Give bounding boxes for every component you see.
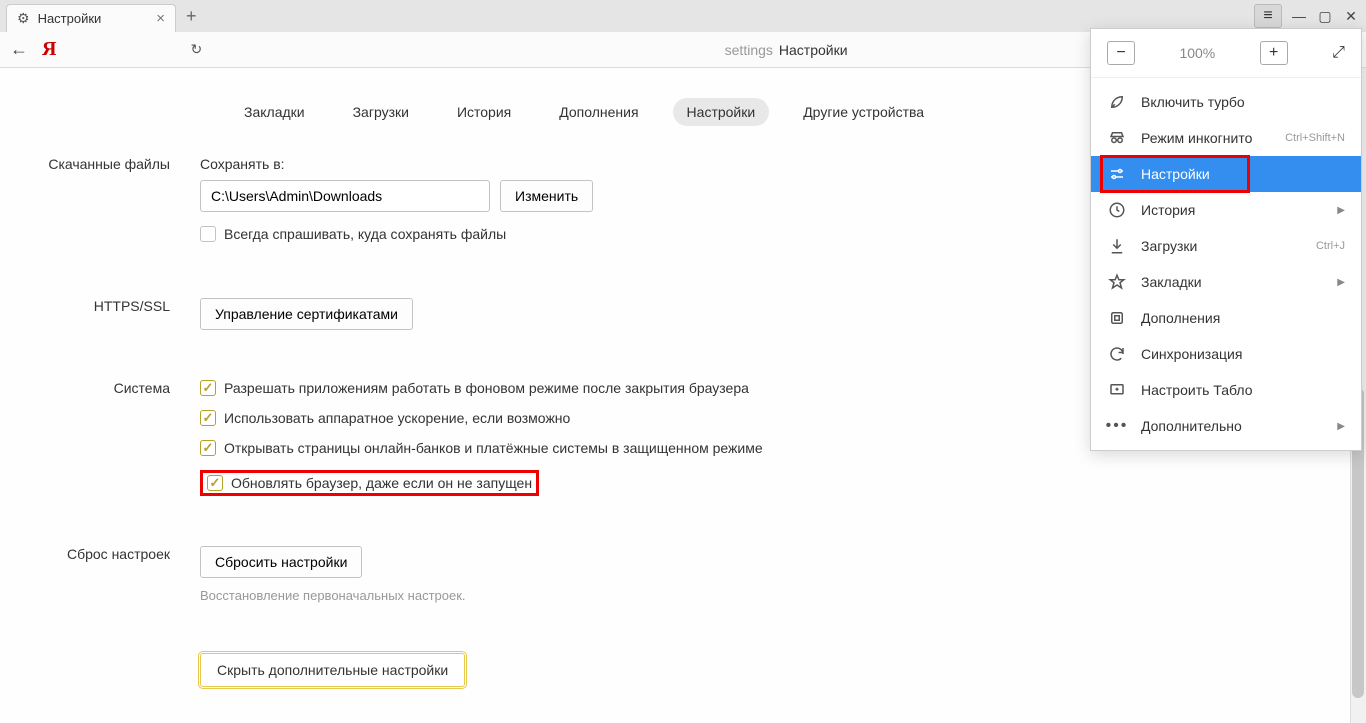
submenu-arrow-icon: ▶ xyxy=(1337,277,1345,288)
new-tab-button[interactable]: + xyxy=(186,6,197,27)
star-icon xyxy=(1107,273,1127,291)
system-opt-checkbox-3[interactable] xyxy=(207,475,223,491)
sliders-icon xyxy=(1107,165,1127,183)
zoom-out-button[interactable]: − xyxy=(1107,41,1135,65)
nav-tab-0[interactable]: Закладки xyxy=(230,98,319,126)
menu-item-download[interactable]: Загрузки Ctrl+J xyxy=(1091,228,1361,264)
main-menu: − 100% + ⤢ Включить турбо Режим инкогнито… xyxy=(1090,28,1362,451)
history-icon xyxy=(1107,201,1127,219)
menu-item-label: Загрузки xyxy=(1141,238,1302,254)
yandex-logo-icon[interactable]: Я xyxy=(42,38,56,61)
menu-item-label: Настроить Табло xyxy=(1141,382,1345,398)
menu-item-tablo[interactable]: Настроить Табло xyxy=(1091,372,1361,408)
incognito-icon xyxy=(1107,129,1127,147)
zoom-in-button[interactable]: + xyxy=(1260,41,1288,65)
ask-save-checkbox[interactable] xyxy=(200,226,216,242)
section-reset-label: Сброс настроек xyxy=(0,546,200,603)
reload-button[interactable]: ↻ xyxy=(190,41,202,58)
url-prefix: settings xyxy=(725,42,773,58)
menu-item-label: Настройки xyxy=(1141,166,1345,182)
minimize-button[interactable]: — xyxy=(1290,7,1308,25)
close-window-button[interactable]: ✕ xyxy=(1342,7,1360,25)
menu-item-label: Закладки xyxy=(1141,274,1323,290)
save-in-label: Сохранять в: xyxy=(200,156,960,172)
zoom-value: 100% xyxy=(1179,45,1215,61)
maximize-button[interactable]: ▢ xyxy=(1316,7,1334,25)
nav-tab-1[interactable]: Загрузки xyxy=(339,98,423,126)
tab-close-icon[interactable]: × xyxy=(156,10,165,27)
system-opt-checkbox-1[interactable] xyxy=(200,410,216,426)
menu-item-label: Дополнительно xyxy=(1141,418,1323,434)
menu-item-label: Синхронизация xyxy=(1141,346,1345,362)
menu-item-history[interactable]: История ▶ xyxy=(1091,192,1361,228)
gear-icon: ⚙ xyxy=(17,10,30,27)
system-opt-label-3: Обновлять браузер, даже если он не запущ… xyxy=(231,475,532,491)
reset-help-text: Восстановление первоначальных настроек. xyxy=(200,588,960,603)
url-title: Настройки xyxy=(779,42,848,58)
section-system-label: Система xyxy=(0,380,200,496)
menu-item-star[interactable]: Закладки ▶ xyxy=(1091,264,1361,300)
menu-item-shortcut: Ctrl+J xyxy=(1316,240,1345,252)
menu-item-label: Дополнения xyxy=(1141,310,1345,326)
manage-certificates-button[interactable]: Управление сертификатами xyxy=(200,298,413,330)
change-path-button[interactable]: Изменить xyxy=(500,180,593,212)
menu-item-label: Режим инкогнито xyxy=(1141,130,1271,146)
menu-item-label: История xyxy=(1141,202,1323,218)
rocket-icon xyxy=(1107,93,1127,111)
menu-item-incognito[interactable]: Режим инкогнито Ctrl+Shift+N xyxy=(1091,120,1361,156)
system-opt-label-1: Использовать аппаратное ускорение, если … xyxy=(224,410,570,426)
highlight-update-option: Обновлять браузер, даже если он не запущ… xyxy=(200,470,539,496)
download-icon xyxy=(1107,237,1127,255)
menu-item-rocket[interactable]: Включить турбо xyxy=(1091,84,1361,120)
nav-tab-3[interactable]: Дополнения xyxy=(545,98,652,126)
more-icon: ••• xyxy=(1107,417,1127,435)
section-https-label: HTTPS/SSL xyxy=(0,298,200,330)
back-button[interactable]: ← xyxy=(10,39,28,60)
main-menu-button[interactable]: ≡ xyxy=(1254,4,1282,28)
system-opt-label-0: Разрешать приложениям работать в фоновом… xyxy=(224,380,749,396)
nav-tab-2[interactable]: История xyxy=(443,98,525,126)
reset-settings-button[interactable]: Сбросить настройки xyxy=(200,546,362,578)
system-opt-checkbox-0[interactable] xyxy=(200,380,216,396)
hide-advanced-button[interactable]: Скрыть дополнительные настройки xyxy=(200,653,465,687)
section-downloads-label: Скачанные файлы xyxy=(0,156,200,242)
zoom-row: − 100% + ⤢ xyxy=(1091,29,1361,78)
sync-icon xyxy=(1107,345,1127,363)
menu-item-label: Включить турбо xyxy=(1141,94,1345,110)
fullscreen-button[interactable]: ⤢ xyxy=(1332,44,1345,62)
puzzle-icon xyxy=(1107,309,1127,327)
tab-title: Настройки xyxy=(38,11,157,26)
system-opt-label-2: Открывать страницы онлайн-банков и платё… xyxy=(224,440,763,456)
nav-tab-4[interactable]: Настройки xyxy=(673,98,770,126)
tablo-icon xyxy=(1107,381,1127,399)
submenu-arrow-icon: ▶ xyxy=(1337,421,1345,432)
menu-item-puzzle[interactable]: Дополнения xyxy=(1091,300,1361,336)
nav-tab-5[interactable]: Другие устройства xyxy=(789,98,938,126)
system-opt-checkbox-2[interactable] xyxy=(200,440,216,456)
menu-item-sliders[interactable]: Настройки xyxy=(1091,156,1361,192)
menu-item-more[interactable]: ••• Дополнительно ▶ xyxy=(1091,408,1361,444)
browser-tab[interactable]: ⚙ Настройки × xyxy=(6,4,176,32)
submenu-arrow-icon: ▶ xyxy=(1337,205,1345,216)
download-path-input[interactable] xyxy=(200,180,490,212)
menu-item-shortcut: Ctrl+Shift+N xyxy=(1285,132,1345,144)
ask-save-label: Всегда спрашивать, куда сохранять файлы xyxy=(224,226,506,242)
menu-item-sync[interactable]: Синхронизация xyxy=(1091,336,1361,372)
